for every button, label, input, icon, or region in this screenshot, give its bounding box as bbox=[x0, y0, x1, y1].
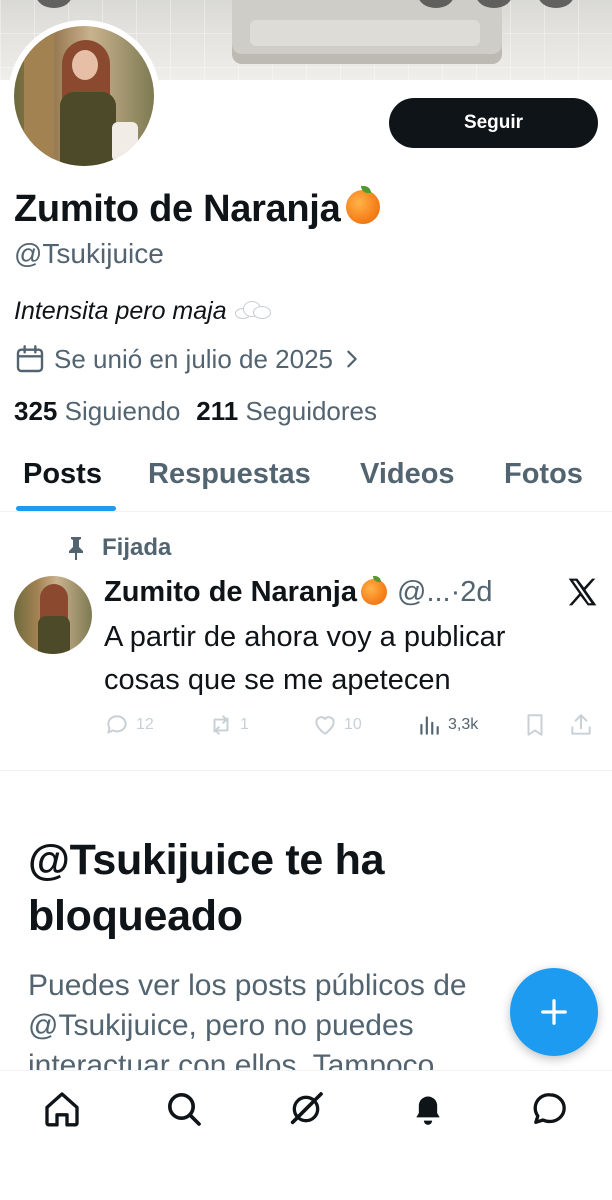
repost-count: 1 bbox=[240, 716, 249, 733]
display-name-text: Zumito de Naranja bbox=[14, 188, 341, 230]
orange-emoji-icon bbox=[346, 186, 381, 224]
repost-button[interactable]: 1 bbox=[208, 712, 249, 738]
pinned-label: Fijada bbox=[64, 534, 171, 562]
follow-button[interactable]: Seguir bbox=[389, 98, 598, 148]
following-count: 325 bbox=[14, 396, 58, 426]
joined-date-row[interactable]: Se unió en julio de 2025 bbox=[14, 342, 363, 376]
plus-icon bbox=[541, 999, 567, 1025]
pin-icon bbox=[69, 537, 83, 560]
blocked-title: @Tsukijuice te ha bloqueado bbox=[28, 836, 385, 940]
heart-icon bbox=[315, 716, 335, 735]
compose-button[interactable] bbox=[510, 968, 598, 1056]
share-button[interactable] bbox=[568, 712, 600, 738]
nav-grok[interactable] bbox=[286, 1089, 326, 1129]
post-avatar-body bbox=[38, 616, 70, 654]
nav-search[interactable] bbox=[164, 1089, 204, 1129]
followers-count: 211 bbox=[196, 396, 239, 426]
avatar-door bbox=[24, 26, 54, 166]
followers-stat[interactable]: 211 Seguidores bbox=[196, 396, 393, 426]
joined-text: Se unió en julio de 2025 bbox=[54, 343, 334, 374]
avatar-face bbox=[72, 50, 98, 80]
bio-text: Intensita pero maja bbox=[14, 297, 227, 325]
reply-count: 12 bbox=[136, 716, 154, 733]
profile-tabs: Posts Respuestas Videos Fotos bbox=[0, 448, 612, 512]
post-text: A partir de ahora voy a publicar cosas q… bbox=[104, 621, 506, 696]
following-label: Siguiendo bbox=[64, 396, 181, 426]
avatar-body bbox=[60, 92, 116, 166]
views-button[interactable]: 3,3k bbox=[416, 712, 478, 738]
profile-handle: @Tsukijuice bbox=[14, 238, 164, 269]
following-stat[interactable]: 325 Siguiendo bbox=[14, 396, 196, 426]
cloud-emoji-icon bbox=[234, 301, 271, 319]
share-icon bbox=[571, 714, 591, 735]
search-icon bbox=[168, 1093, 201, 1126]
x-logo-icon[interactable] bbox=[566, 576, 598, 608]
post-author[interactable]: Zumito de Naranja bbox=[104, 576, 357, 609]
bookmark-button[interactable] bbox=[522, 712, 554, 738]
calendar-icon bbox=[16, 345, 44, 373]
repost-icon bbox=[213, 715, 229, 735]
pinned-text: Fijada bbox=[102, 534, 172, 561]
avatar-bag bbox=[112, 122, 138, 162]
section-divider bbox=[0, 770, 612, 771]
profile-avatar[interactable] bbox=[14, 26, 154, 166]
active-tab-indicator bbox=[16, 506, 116, 511]
tab-videos[interactable]: Videos bbox=[360, 458, 455, 491]
views-count: 3,3k bbox=[448, 716, 479, 733]
orange-emoji-icon bbox=[361, 576, 387, 605]
notifications-icon bbox=[416, 1096, 440, 1125]
post-meta: @...·2d bbox=[397, 575, 493, 608]
display-name: Zumito de Naranja bbox=[14, 186, 381, 231]
post-avatar[interactable] bbox=[14, 576, 92, 654]
tab-posts[interactable]: Posts bbox=[23, 458, 102, 491]
profile-bio: Intensita pero maja bbox=[14, 297, 271, 326]
views-icon bbox=[420, 716, 439, 735]
bookmark-icon bbox=[527, 714, 543, 736]
chevron-right-icon bbox=[347, 350, 357, 368]
bottom-nav bbox=[0, 1070, 612, 1200]
grok-icon bbox=[290, 1092, 323, 1125]
like-button[interactable]: 10 bbox=[312, 712, 362, 738]
tab-fotos[interactable]: Fotos bbox=[504, 458, 583, 491]
post-header: Zumito de Naranja @...·2d bbox=[104, 572, 493, 612]
tab-respuestas[interactable]: Respuestas bbox=[148, 458, 311, 491]
nav-home[interactable] bbox=[42, 1089, 82, 1129]
reply-button[interactable]: 12 bbox=[104, 712, 154, 738]
nav-messages[interactable] bbox=[530, 1089, 570, 1129]
follow-stats: 325 Siguiendo 211 Seguidores bbox=[14, 396, 393, 427]
nav-notifications[interactable] bbox=[408, 1089, 448, 1129]
post-actions: 12 1 10 3,3k bbox=[104, 708, 598, 744]
like-count: 10 bbox=[344, 716, 362, 733]
reply-icon bbox=[107, 715, 127, 734]
home-icon bbox=[45, 1092, 79, 1127]
followers-label: Seguidores bbox=[245, 396, 378, 426]
banner-sofa-seat bbox=[250, 20, 480, 46]
messages-icon bbox=[533, 1093, 566, 1124]
blocked-text: Puedes ver los posts públicos de @Tsukij… bbox=[28, 969, 467, 1070]
